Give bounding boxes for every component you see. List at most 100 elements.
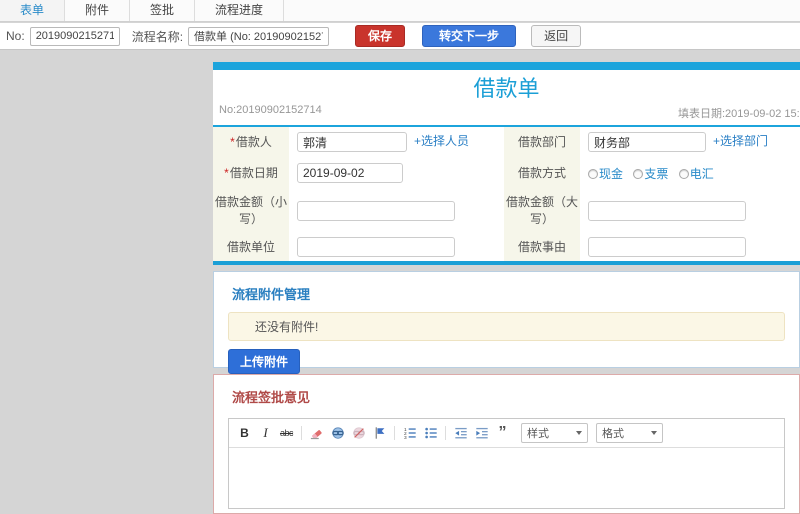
no-input[interactable] [29,26,120,46]
loan-reason-field-cell [580,233,800,261]
loan-unit-label: 借款单位 [213,233,289,261]
amount-lower-label-text: 借款金额（小写） [215,195,288,226]
styles-combo[interactable]: 样式 [521,423,588,443]
panel-top-accent-bar [213,62,800,70]
radio-cheque-label: 支票 [644,166,669,181]
remove-format-icon[interactable] [307,425,326,442]
rich-text-editor: B I abc 123 ” 样式 格式 [228,418,785,509]
strikethrough-icon[interactable]: abc [277,425,296,442]
loan-method-label-text: 借款方式 [517,165,566,180]
panel-bottom-accent-bar [213,261,800,265]
form-info-row: No:20190902152714 填表日期:2019-09-02 15:27:… [213,104,800,120]
borrower-input[interactable] [297,132,407,152]
amount-lower-field-cell [289,189,504,233]
select-person-link[interactable]: +选择人员 [414,134,469,148]
required-asterisk: * [224,165,229,180]
radio-cash[interactable]: 现金 [588,167,623,181]
required-asterisk: * [230,134,235,149]
table-row: 借款金额（小写） 借款金额（大写） [213,189,800,233]
styles-combo-label: 样式 [527,428,549,440]
indent-icon[interactable] [472,425,491,442]
blockquote-icon[interactable]: ” [493,425,512,442]
department-label-text: 借款部门 [517,134,566,149]
department-field-cell: +选择部门 [580,127,800,157]
link-icon[interactable] [328,425,347,442]
bold-icon[interactable]: B [235,425,254,442]
approval-panel-title: 流程签批意见 [232,390,311,405]
tab-process-progress[interactable]: 流程进度 [195,0,285,21]
outdent-icon[interactable] [451,425,470,442]
loan-method-radio-group: 现金 支票 电汇 [588,167,721,181]
radio-circle-icon[interactable] [588,168,598,179]
editor-content-area[interactable] [229,448,784,508]
borrower-field-cell: +选择人员 [289,127,504,157]
table-row: 借款单位 借款事由 [213,233,800,261]
loan-form-page: { "tabs": { "items": [ { "label": "表单", … [0,0,800,514]
amount-upper-input[interactable] [588,201,746,221]
no-attachment-alert: 还没有附件! [228,312,785,341]
main-content: 借款单 No:20190902152714 填表日期:2019-09-02 15… [213,62,800,514]
amount-upper-label-text: 借款金额（大写） [506,195,579,226]
process-name-input[interactable] [188,26,330,46]
unlink-icon[interactable] [349,425,368,442]
save-button[interactable]: 保存 [355,25,406,47]
loan-unit-label-text: 借款单位 [226,239,275,254]
loan-unit-input[interactable] [297,237,455,257]
numbered-list-icon[interactable]: 123 [400,425,419,442]
loan-form-table: *借款人 +选择人员 借款部门 +选择部门 *借款日期 借款方式 现金 [213,127,800,261]
amount-lower-label: 借款金额（小写） [213,189,289,233]
editor-toolbar: B I abc 123 ” 样式 格式 [229,419,784,448]
toolbar-separator [394,426,395,440]
radio-circle-icon[interactable] [678,168,689,179]
toolbar-separator [301,426,302,440]
svg-text:3: 3 [404,435,407,440]
borrower-label: *借款人 [213,127,289,157]
chevron-down-icon [651,431,657,435]
radio-wire-label: 电汇 [689,166,714,181]
loan-date-label-text: 借款日期 [229,165,278,180]
radio-cheque[interactable]: 支票 [633,167,668,181]
borrower-label-text: 借款人 [235,134,272,149]
upload-attachment-button[interactable]: 上传附件 [228,349,301,374]
tab-bar: 表单 附件 签批 流程进度 [0,0,800,22]
amount-lower-input[interactable] [297,201,455,221]
loan-method-label: 借款方式 [504,157,580,189]
form-fill-date: 填表日期:2019-09-02 15:27:1 [678,108,800,120]
anchor-flag-icon[interactable] [370,425,389,442]
chevron-down-icon [576,431,582,435]
bulleted-list-icon[interactable] [421,425,440,442]
loan-reason-label: 借款事由 [504,233,580,261]
table-row: *借款人 +选择人员 借款部门 +选择部门 [213,127,800,157]
tab-form[interactable]: 表单 [0,0,66,21]
attachment-panel-title: 流程附件管理 [232,287,311,302]
loan-date-input[interactable] [297,163,403,183]
table-row: *借款日期 借款方式 现金 支票 电汇 [213,157,800,189]
loan-reason-label-text: 借款事由 [517,239,566,254]
italic-icon[interactable]: I [256,425,275,442]
department-input[interactable] [588,132,706,152]
toolbar-separator [445,426,446,440]
select-department-link[interactable]: +选择部门 [713,134,768,148]
back-button[interactable]: 返回 [531,25,582,47]
loan-form-panel: 借款单 No:20190902152714 填表日期:2019-09-02 15… [213,62,800,265]
no-label: No: [6,29,25,43]
next-step-button[interactable]: 转交下一步 [422,25,517,47]
format-combo[interactable]: 格式 [596,423,663,443]
tab-approval[interactable]: 签批 [130,0,196,21]
loan-date-label: *借款日期 [213,157,289,189]
form-title: 借款单 [473,76,540,101]
radio-cash-label: 现金 [599,166,624,181]
radio-wire-transfer[interactable]: 电汇 [678,166,714,181]
loan-unit-field-cell [289,233,504,261]
amount-upper-field-cell [580,189,800,233]
department-label: 借款部门 [504,127,580,157]
attachment-panel: 流程附件管理 还没有附件! 上传附件 [213,271,800,374]
tab-attachment[interactable]: 附件 [65,0,131,21]
form-doc-no: No:20190902152714 [219,104,322,116]
process-name-label: 流程名称: [131,29,184,44]
approval-panel: 流程签批意见 B I abc 1 2 3 ” 样式 格式 [213,374,800,514]
action-toolbar: No: 流程名称: 保存 转交下一步 返回 [0,23,800,50]
radio-circle-icon[interactable] [633,168,644,179]
format-combo-label: 格式 [602,428,624,440]
loan-reason-input[interactable] [588,237,746,257]
